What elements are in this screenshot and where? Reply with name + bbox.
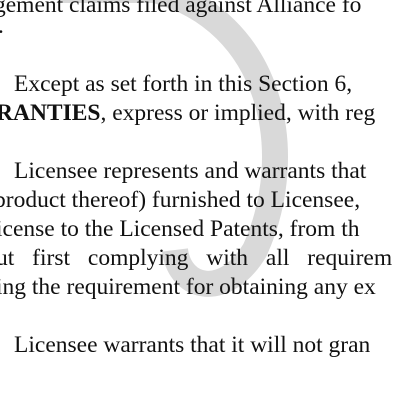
paragraph-start: Except as set forth in this Section 6, (14, 71, 353, 97)
paragraph-start: Licensee represents and warrants that (14, 158, 367, 184)
text-line: ing the requirement for obtaining any ex (0, 274, 376, 300)
text-line: . (0, 12, 398, 40)
bold-heading-text: RANTIES (0, 100, 101, 126)
text-fragment: , express or implied, with reg (100, 100, 376, 126)
document-page: gement claims filed against Alliance fo … (0, 0, 400, 400)
text-line: ut first complying with all requirem (0, 245, 393, 271)
text-line: RANTIES, express or implied, with reg (0, 99, 396, 127)
text-line: icense to the Licensed Patents, from th (0, 216, 360, 242)
text-line: product thereof) furnished to Licensee, (0, 187, 361, 213)
paragraph-start: Licensee warrants that it will not gran (14, 332, 371, 358)
